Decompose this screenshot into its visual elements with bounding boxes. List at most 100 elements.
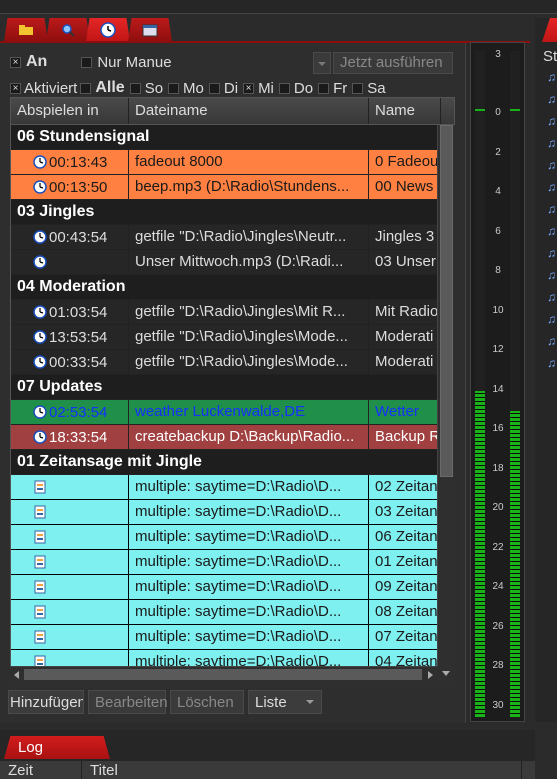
run-dropdown-button[interactable] [313,52,331,74]
day-checkbox-fr[interactable] [318,82,330,94]
clock-icon [33,405,47,419]
cell-filename: beep.mp3 (D:\Radio\Stundens... [129,175,369,199]
table-row[interactable]: 00:13:50 beep.mp3 (D:\Radio\Stundens... 00… [11,175,454,200]
grid-header: Abspielen in Dateiname Name [11,98,454,125]
day-checkbox-sa[interactable] [352,82,364,94]
music-note-icon: ♫ [547,70,556,84]
cell-play-in [11,600,129,624]
clock-icon [33,330,47,344]
tab-calendar[interactable] [128,18,172,42]
document-icon [33,480,47,494]
horizontal-scroll-thumb[interactable] [24,669,422,680]
cell-play-in: 18:33:54 [11,425,129,449]
table-row[interactable]: multiple: saytime=D:\Radio\D... 06 Zeitan [11,525,454,550]
cell-filename: getfile "D:\Radio\Jingles\Mode... [129,325,369,349]
log-tab[interactable]: Log [4,736,110,759]
day-checkbox-mi[interactable]: × [243,82,255,94]
group-header[interactable]: 07 Updates [11,375,454,400]
cell-filename: fadeout 8000 [129,150,369,174]
column-header-name[interactable]: Name [369,98,441,124]
scroll-right-arrow-icon[interactable] [424,668,436,682]
cell-name: 03 Unser [369,250,441,274]
play-in-time: 01:03:54 [49,303,108,321]
add-button[interactable]: Hinzufügen [8,690,84,714]
nur-manuell-checkbox[interactable] [81,56,93,68]
meter-tick-label: 16 [492,423,504,434]
clock-icon [33,155,47,169]
document-icon [33,555,47,569]
log-column-time[interactable]: Zeit [0,761,82,779]
aktiviert-checkbox[interactable]: × [10,82,21,94]
log-header: Zeit Titel [0,761,535,779]
cell-name: Wetter [369,400,441,424]
an-checkbox[interactable]: × [10,56,21,68]
clock-icon [33,305,47,319]
cell-play-in: 02:53:54 [11,400,129,424]
table-row[interactable]: multiple: saytime=D:\Radio\D... 01 Zeitan [11,550,454,575]
table-row[interactable]: 01:03:54 getfile "D:\Radio\Jingles\Mit R.… [11,300,454,325]
table-row[interactable]: multiple: saytime=D:\Radio\D... 07 Zeitan [11,625,454,650]
play-in-time: 00:43:54 [49,228,108,246]
meter-zero-marker [510,109,520,111]
cell-name: 09 Zeitan [369,575,441,599]
aktiviert-label: Aktiviert [24,79,78,97]
horizontal-scrollbar[interactable] [10,666,437,682]
scroll-corner [437,666,455,682]
scroll-left-arrow-icon[interactable] [11,668,23,682]
run-now-button[interactable]: Jetzt ausführen [333,52,453,74]
music-note-icon: ♫ [547,158,556,172]
cell-play-in [11,550,129,574]
meter-fill-right [510,410,520,717]
vertical-scrollbar[interactable] [437,125,455,667]
group-header[interactable]: 03 Jingles [11,200,454,225]
cell-play-in: 00:13:50 [11,175,129,199]
music-note-icon: ♫ [547,290,556,304]
play-in-time: 18:33:54 [49,428,108,446]
column-header-play-in[interactable]: Abspielen in [11,98,129,124]
controls-row-2: × Aktiviert Alle So Mo Di × Mi Do Fr Sa [10,78,386,98]
day-checkbox-mo[interactable] [168,82,180,94]
table-row[interactable]: 13:53:54 getfile "D:\Radio\Jingles\Mode..… [11,325,454,350]
delete-button[interactable]: Löschen [170,690,244,714]
document-icon [33,630,47,644]
music-note-icon: ♫ [547,224,556,238]
tab-scheduler[interactable] [86,18,130,42]
table-row[interactable]: 18:33:54 createbackup D:\Backup\Radio... B… [11,425,454,450]
cell-name: 00 News [369,175,441,199]
scroll-down-arrow-icon[interactable] [437,666,455,682]
group-header[interactable]: 06 Stundensignal [11,125,454,150]
column-header-filename[interactable]: Dateiname [129,98,369,124]
table-row[interactable]: multiple: saytime=D:\Radio\D... 09 Zeitan [11,575,454,600]
alle-checkbox[interactable] [80,82,92,94]
meter-tick-label: 10 [492,304,504,316]
table-row[interactable]: 00:43:54 getfile "D:\Radio\Jingles\Neutr.… [11,225,454,250]
table-row[interactable]: 00:13:43 fadeout 8000 0 Fadeou [11,150,454,175]
group-header[interactable]: 01 Zeitansage mit Jingle [11,450,454,475]
edit-button[interactable]: Bearbeiten [88,690,168,714]
day-checkbox-do[interactable] [278,82,290,94]
table-row[interactable]: Unser Mittwoch.mp3 (D:\Radi... 03 Unser [11,250,454,275]
play-in-time: 00:13:43 [49,153,108,171]
tab-folder[interactable] [4,18,48,42]
tab-search[interactable] [46,18,90,42]
table-row[interactable]: multiple: saytime=D:\Radio\D... 08 Zeitan [11,600,454,625]
log-column-title[interactable]: Titel [82,761,522,779]
day-checkbox-di[interactable] [208,82,220,94]
group-header[interactable]: 04 Moderation [11,275,454,300]
clock-icon [100,22,116,38]
right-panel-tab[interactable] [542,18,557,42]
day-checkbox-so[interactable] [129,82,141,94]
nur-manuell-label: Nur Manue [97,53,172,71]
table-row[interactable]: 02:53:54 weather Luckenwalde,DE Wetter [11,400,454,425]
table-row[interactable]: 00:33:54 getfile "D:\Radio\Jingles\Mode..… [11,350,454,375]
cell-play-in: 00:13:43 [11,150,129,174]
meter-fill-left [475,390,485,717]
music-note-icon: ♫ [547,180,556,194]
cell-filename: multiple: saytime=D:\Radio\D... [129,525,369,549]
table-row[interactable]: multiple: saytime=D:\Radio\D... 02 Zeitan [11,475,454,500]
table-row[interactable]: multiple: saytime=D:\Radio\D... 03 Zeitan [11,500,454,525]
clock-icon [33,355,47,369]
right-panel-header: St [543,48,557,65]
vertical-scroll-thumb[interactable] [440,125,453,477]
list-dropdown[interactable]: Liste [248,690,322,714]
